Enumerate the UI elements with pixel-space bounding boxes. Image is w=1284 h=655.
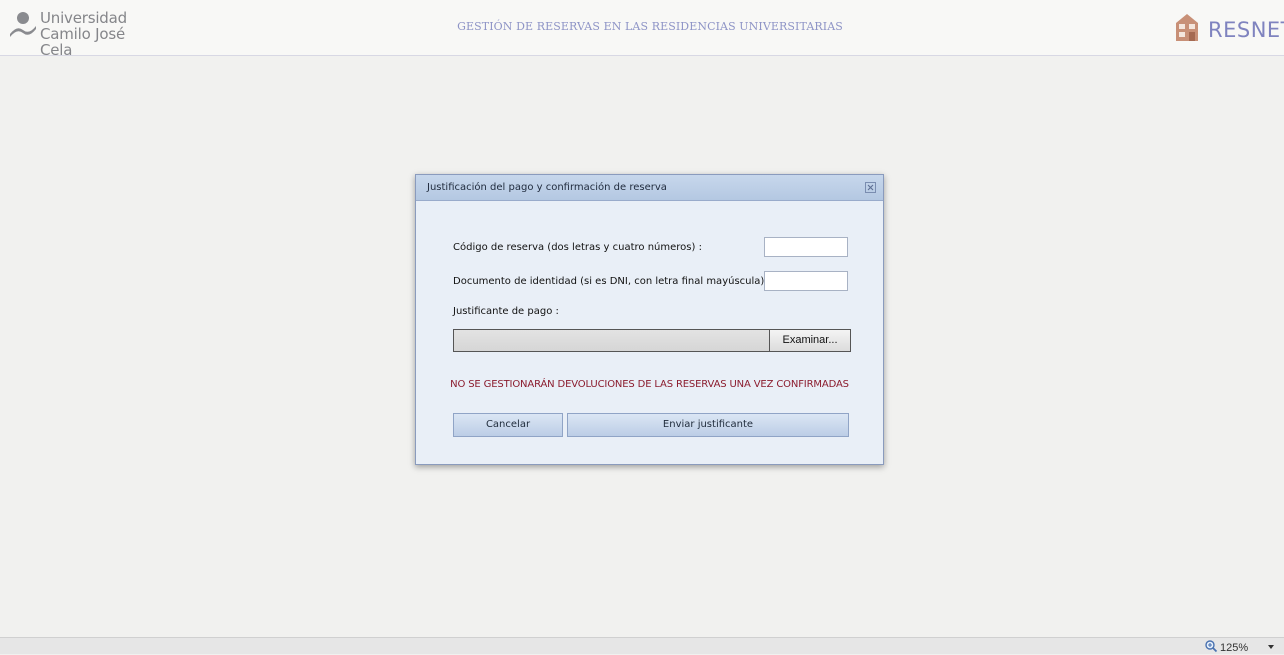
dialog-body: Código de reserva (dos letras y cuatro n… <box>416 201 883 464</box>
reservation-code-input[interactable] <box>764 237 848 257</box>
dialog-title: Justificación del pago y confirmación de… <box>427 182 667 193</box>
no-refund-warning: NO SE GESTIONARÁN DEVOLUCIONES DE LAS RE… <box>450 379 849 390</box>
browse-button[interactable]: Examinar... <box>769 329 851 352</box>
university-logo-icon <box>10 12 36 37</box>
id-document-label: Documento de identidad (si es DNI, con l… <box>453 276 771 287</box>
payment-proof-file-picker: Examinar... <box>453 329 851 352</box>
payment-proof-label: Justificante de pago : <box>453 306 559 317</box>
page-title: GESTIÓN DE RESERVAS EN LAS RESIDENCIAS U… <box>457 20 843 33</box>
submit-proof-button[interactable]: Enviar justificante <box>567 413 849 437</box>
chevron-down-icon[interactable] <box>1268 645 1274 649</box>
brand-name: RESNET <box>1208 18 1284 42</box>
status-bar: 125% <box>0 637 1284 654</box>
zoom-level: 125% <box>1220 642 1249 654</box>
close-icon[interactable] <box>865 182 876 193</box>
cancel-button[interactable]: Cancelar <box>453 413 563 437</box>
payment-confirmation-dialog: Justificación del pago y confirmación de… <box>415 174 884 465</box>
page-header: Universidad Camilo José Cela GESTIÓN DE … <box>0 0 1284 58</box>
residence-building-icon <box>1176 14 1198 41</box>
university-name-line2: Camilo José Cela <box>40 25 126 59</box>
dialog-titlebar[interactable]: Justificación del pago y confirmación de… <box>416 175 883 201</box>
university-name: Universidad Camilo José Cela <box>40 10 148 58</box>
reservation-code-label: Código de reserva (dos letras y cuatro n… <box>453 242 702 253</box>
zoom-icon <box>1205 640 1218 653</box>
payment-proof-path-field[interactable] <box>453 329 769 352</box>
id-document-input[interactable] <box>764 271 848 291</box>
university-logo[interactable]: Universidad Camilo José Cela <box>8 8 148 58</box>
university-name-line1: Universidad <box>40 9 127 27</box>
